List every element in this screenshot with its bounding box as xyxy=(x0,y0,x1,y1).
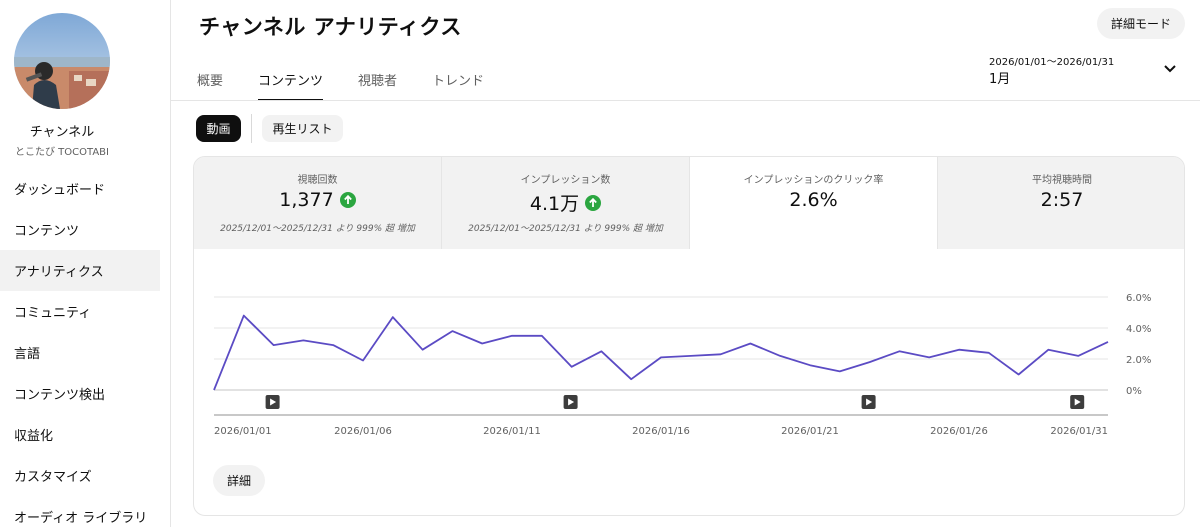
chip-divider xyxy=(251,114,252,143)
sidebar-item-monetization[interactable]: 収益化 xyxy=(0,414,160,455)
chevron-down-icon[interactable] xyxy=(1162,61,1178,77)
video-marker-icon[interactable] xyxy=(265,395,280,409)
channel-name: とこたび TOCOTABI xyxy=(15,147,109,158)
sidebar-item-language[interactable]: 言語 xyxy=(0,332,160,373)
sidebar-item-analytics[interactable]: アナリティクス xyxy=(0,250,160,291)
details-button[interactable]: 詳細 xyxy=(213,465,265,496)
metric-label: インプレッションのクリック率 xyxy=(743,175,884,186)
tab-content[interactable]: コンテンツ xyxy=(258,62,324,101)
sidebar-item-customization[interactable]: カスタマイズ xyxy=(0,455,160,496)
metric-value: 2:57 xyxy=(1040,189,1084,211)
sidebar-item-audio-library[interactable]: オーディオ ライブラリ xyxy=(0,496,160,527)
channel-avatar[interactable] xyxy=(14,13,110,109)
video-marker-icon[interactable] xyxy=(861,395,876,409)
page-title: チャンネル アナリティクス xyxy=(199,15,462,39)
ctr-line-chart: 6.0% 4.0% 2.0% 0% 2026/01/01 2026/01/06 2026/0… xyxy=(213,293,1151,437)
y-tick-label: 4.0% xyxy=(1126,324,1151,335)
metric-views[interactable]: 視聴回数 1,377 2025/12/01～2025/12/31 より 999%… xyxy=(194,157,442,249)
metric-value-row: 1,377 xyxy=(194,189,441,211)
y-tick-label: 0% xyxy=(1126,386,1142,397)
metric-compare: 2025/12/01～2025/12/31 より 999% 超 増加 xyxy=(468,224,663,234)
tab-bar: 概要 コンテンツ 視聴者 トレンド xyxy=(197,62,519,101)
sidebar-item-content[interactable]: コンテンツ xyxy=(0,209,160,250)
tab-audience[interactable]: 視聴者 xyxy=(358,62,397,101)
y-tick-label: 2.0% xyxy=(1126,355,1151,366)
video-marker-icon[interactable] xyxy=(1070,395,1085,409)
sidebar-item-community[interactable]: コミュニティ xyxy=(0,291,160,332)
trend-up-icon xyxy=(339,192,356,208)
metric-label: インプレッション数 xyxy=(520,175,611,186)
sidebar-nav: ダッシュボード コンテンツ アナリティクス コミュニティ 言語 コンテンツ検出 … xyxy=(0,168,170,527)
date-range-text[interactable]: 2026/01/01～2026/01/31 xyxy=(989,53,1114,68)
x-tick-label: 2026/01/21 xyxy=(781,426,839,437)
avatar-image xyxy=(14,13,110,109)
series-line xyxy=(213,314,1109,391)
metric-value: 4.1万 xyxy=(529,193,580,215)
metric-value-row: 2.6% xyxy=(690,189,937,211)
advanced-mode-button[interactable]: 詳細モード xyxy=(1097,8,1185,39)
video-marker-icon[interactable] xyxy=(563,395,578,409)
x-tick-label: 2026/01/01 xyxy=(214,426,272,437)
metric-value: 1,377 xyxy=(279,189,334,211)
metric-value-row: 2:57 xyxy=(938,189,1184,211)
metric-avg-view-duration[interactable]: 平均視聴時間 2:57 xyxy=(938,157,1184,249)
sidebar-item-content-detection[interactable]: コンテンツ検出 xyxy=(0,373,160,414)
tab-overview[interactable]: 概要 xyxy=(197,62,223,101)
tab-trends[interactable]: トレンド xyxy=(432,62,484,101)
metric-compare: 2025/12/01～2025/12/31 より 999% 超 増加 xyxy=(220,224,415,234)
x-tick-label: 2026/01/16 xyxy=(632,426,690,437)
x-tick-label: 2026/01/26 xyxy=(930,426,988,437)
metric-label: 平均視聴時間 xyxy=(1032,175,1092,186)
sidebar: チャンネル とこたび TOCOTABI ダッシュボード コンテンツ アナリティク… xyxy=(0,0,171,527)
sidebar-item-dashboard[interactable]: ダッシュボード xyxy=(0,168,160,209)
analytics-card: 視聴回数 1,377 2025/12/01～2025/12/31 より 999%… xyxy=(193,156,1185,516)
x-tick-label: 2026/01/31 xyxy=(1050,426,1108,437)
metric-label: 視聴回数 xyxy=(297,175,338,186)
header-divider xyxy=(171,100,1200,101)
metric-tabs: 視聴回数 1,377 2025/12/01～2025/12/31 より 999%… xyxy=(194,157,1184,249)
channel-label: チャンネル xyxy=(29,125,95,140)
y-tick-label: 6.0% xyxy=(1126,293,1151,304)
trend-up-icon xyxy=(585,194,602,211)
metric-value: 2.6% xyxy=(789,189,838,211)
x-tick-label: 2026/01/11 xyxy=(483,426,541,437)
date-period-text[interactable]: 1月 xyxy=(989,68,1010,87)
chip-video[interactable]: 動画 xyxy=(196,115,241,142)
metric-ctr[interactable]: インプレッションのクリック率 2.6% xyxy=(690,157,938,249)
x-tick-label: 2026/01/06 xyxy=(334,426,392,437)
chip-playlist[interactable]: 再生リスト xyxy=(262,115,343,142)
metric-value-row: 4.1万 xyxy=(442,189,689,216)
metric-impressions[interactable]: インプレッション数 4.1万 2025/12/01～2025/12/31 より … xyxy=(442,157,690,249)
